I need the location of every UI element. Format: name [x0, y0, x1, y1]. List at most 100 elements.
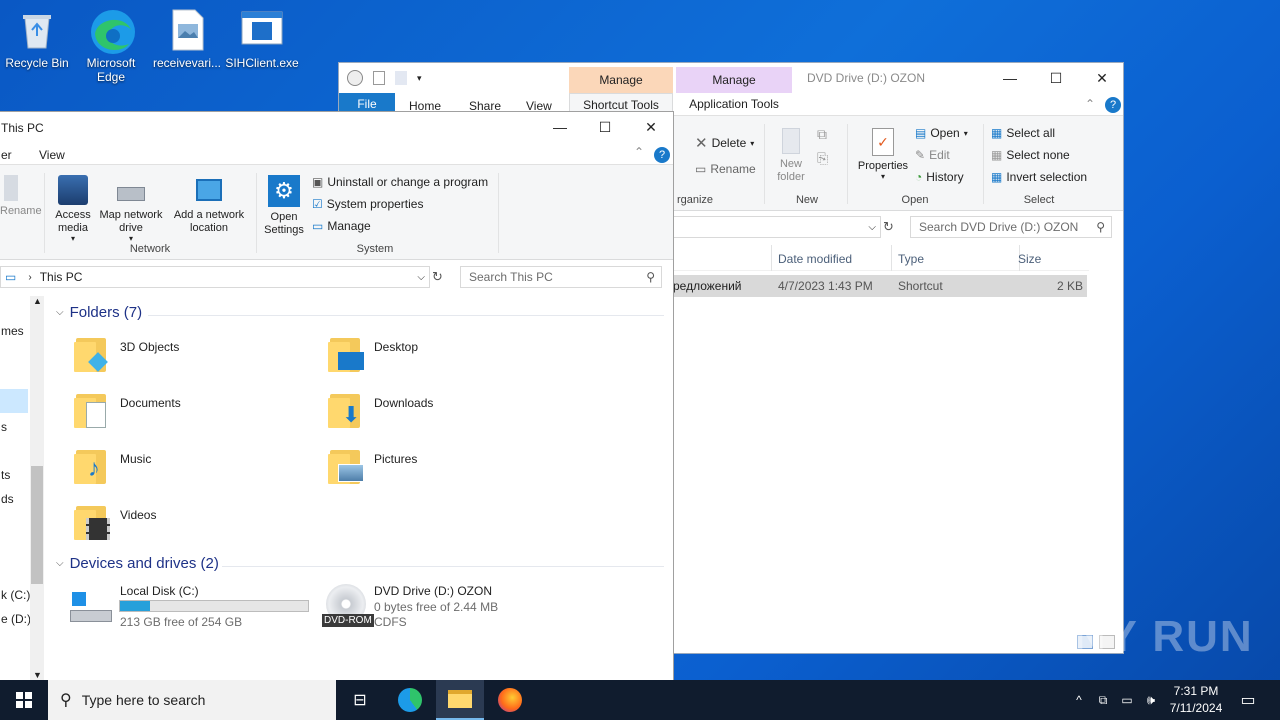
select-none-button[interactable]: ▦ Select none	[991, 148, 1070, 162]
task-view-button[interactable]: ⊟	[336, 680, 384, 720]
dropdown-icon[interactable]: ▾	[417, 73, 422, 84]
easy-access-icon[interactable]: ⎘	[817, 150, 828, 167]
delete-button[interactable]: ✕ Delete ▾	[695, 134, 754, 152]
folder-desktop[interactable]: Desktop	[328, 334, 418, 374]
nav-item[interactable]: k (C:)	[1, 588, 30, 602]
help-icon[interactable]: ?	[1105, 97, 1121, 113]
invert-selection-icon: ▦	[991, 170, 1003, 184]
minimize-button[interactable]: —	[987, 63, 1033, 93]
desktop-folder-icon	[328, 334, 364, 374]
properties-button[interactable]: ✓ Properties ▾	[855, 128, 911, 181]
file-row[interactable]: редложений 4/7/2023 1:43 PM Shortcut 2 K…	[669, 275, 1087, 297]
close-button[interactable]: ✕	[1079, 63, 1123, 93]
column-date-modified[interactable]: Date modified	[778, 252, 852, 266]
volume-icon[interactable]: 🕪	[1140, 680, 1162, 720]
refresh-icon[interactable]: ↻	[432, 269, 443, 285]
taskbar-firefox-button[interactable]	[486, 680, 534, 720]
clock[interactable]: 7:31 PM 7/11/2024	[1164, 683, 1228, 717]
folder-music[interactable]: ♪ Music	[74, 446, 151, 486]
new-folder-qa-icon[interactable]	[395, 71, 407, 85]
address-bar[interactable]: ▭ › This PC ⌵	[0, 266, 430, 288]
search-input[interactable]: Search DVD Drive (D:) OZON ⚲	[910, 216, 1112, 238]
access-media-button[interactable]: Access media ▾	[50, 175, 96, 243]
folders-section-header[interactable]: ⌵ Folders (7)	[56, 304, 142, 321]
desktop-icon-edge[interactable]: Microsoft Edge	[74, 8, 148, 84]
system-properties-button[interactable]: ☑ System properties	[312, 197, 423, 211]
taskbar-file-explorer-button[interactable]	[436, 680, 484, 720]
nav-item[interactable]: s	[1, 420, 7, 434]
nav-item[interactable]: e (D:)	[1, 612, 31, 626]
open-settings-button[interactable]: ⚙ Open Settings	[261, 175, 307, 237]
taskbar-search-box[interactable]: ⚲ Type here to search	[48, 680, 336, 720]
open-button[interactable]: ▤ Open ▾	[915, 126, 968, 140]
ethernet-icon[interactable]: ▭	[1116, 680, 1138, 720]
desktop-icon-exe[interactable]: SIHClient.exe	[225, 8, 299, 70]
scroll-down-icon[interactable]: ▼	[33, 670, 42, 680]
history-icon: ◔	[915, 170, 923, 184]
nav-item[interactable]: ds	[1, 492, 14, 506]
show-hidden-icons-button[interactable]: ^	[1068, 680, 1090, 720]
column-type[interactable]: Type	[898, 252, 924, 266]
desktop-icon-recycle-bin[interactable]: Recycle Bin	[0, 8, 74, 70]
map-network-drive-button[interactable]: Map network drive ▾	[97, 175, 165, 243]
refresh-icon[interactable]: ↻	[883, 219, 894, 235]
scroll-up-icon[interactable]: ▲	[33, 296, 42, 306]
folder-documents[interactable]: Documents	[74, 390, 181, 430]
breadcrumb[interactable]: This PC	[40, 270, 83, 284]
devices-section-header[interactable]: ⌵ Devices and drives (2)	[56, 555, 219, 572]
file-date: 4/7/2023 1:43 PM	[778, 279, 873, 293]
start-button[interactable]	[0, 680, 48, 720]
new-item-icon[interactable]: ⧉	[817, 126, 827, 143]
close-button[interactable]: ✕	[628, 112, 673, 142]
rename-button[interactable]: ▭ Rename	[695, 162, 756, 176]
edit-button[interactable]: ✎ Edit	[915, 148, 950, 162]
uninstall-program-button[interactable]: ▣ Uninstall or change a program	[312, 175, 488, 189]
title-bar: ▾ Manage Manage DVD Drive (D:) OZON — ☐ …	[339, 63, 1123, 93]
nav-item[interactable]: ts	[1, 468, 10, 482]
folder-downloads[interactable]: ⬇ Downloads	[328, 390, 433, 430]
folder-pictures[interactable]: Pictures	[328, 446, 417, 486]
invert-selection-button[interactable]: ▦ Invert selection	[991, 170, 1087, 184]
download-icon: ⬇	[328, 390, 364, 430]
nav-scrollbar[interactable]: ▲ ▼	[30, 296, 44, 680]
maximize-button[interactable]: ☐	[582, 112, 628, 142]
manage-button[interactable]: ▭ Manage	[312, 219, 371, 233]
firefox-icon	[498, 688, 522, 712]
rename-button[interactable]: Rename	[0, 175, 42, 217]
music-icon: ♪	[74, 446, 110, 486]
tab-application-tools[interactable]: Application Tools	[676, 93, 792, 115]
select-all-button[interactable]: ▦ Select all	[991, 126, 1055, 140]
help-icon[interactable]: ?	[654, 147, 670, 163]
collapse-ribbon-icon[interactable]: ⌃	[1085, 97, 1095, 111]
scroll-thumb[interactable]	[31, 466, 43, 584]
taskbar-edge-button[interactable]	[386, 680, 434, 720]
clock-date: 7/11/2024	[1169, 701, 1223, 715]
network-location-icon	[196, 179, 222, 201]
column-size[interactable]: Size	[1018, 252, 1041, 266]
drive-dvd[interactable]: DVD-ROM DVD Drive (D:) OZON 0 bytes free…	[322, 582, 582, 632]
group-label-organize: rganize	[676, 194, 714, 206]
drive-local-disk[interactable]: Local Disk (C:) 213 GB free of 254 GB	[68, 582, 318, 632]
notification-center-button[interactable]: ▭	[1232, 680, 1264, 720]
new-folder-button[interactable]: New folder	[771, 128, 811, 184]
collapse-ribbon-icon[interactable]: ⌃	[634, 145, 644, 159]
properties-qa-icon[interactable]	[373, 71, 385, 85]
desktop-icon-file[interactable]: receivevari...	[150, 8, 224, 70]
minimize-button[interactable]: —	[537, 112, 583, 142]
nav-item[interactable]: mes	[1, 324, 24, 338]
tab-computer[interactable]: er	[1, 148, 12, 162]
quick-access-toolbar[interactable]: ▾	[347, 70, 422, 86]
network-icon[interactable]: ⧉	[1092, 680, 1114, 720]
tab-view[interactable]: View	[39, 148, 65, 162]
maximize-button[interactable]: ☐	[1033, 63, 1079, 93]
system-properties-icon: ☑	[312, 197, 323, 211]
search-input[interactable]: Search This PC ⚲	[460, 266, 662, 288]
address-bar[interactable]: ⌵	[669, 216, 881, 238]
add-network-location-button[interactable]: Add a network location	[170, 175, 248, 235]
nav-item-selected[interactable]	[0, 389, 28, 413]
history-button[interactable]: ◔ History	[915, 170, 964, 184]
breadcrumb-separator-icon: ›	[28, 271, 32, 283]
folder-3d-objects[interactable]: 3D Objects	[74, 334, 179, 374]
uninstall-icon: ▣	[312, 175, 324, 189]
folder-videos[interactable]: Videos	[74, 502, 156, 542]
